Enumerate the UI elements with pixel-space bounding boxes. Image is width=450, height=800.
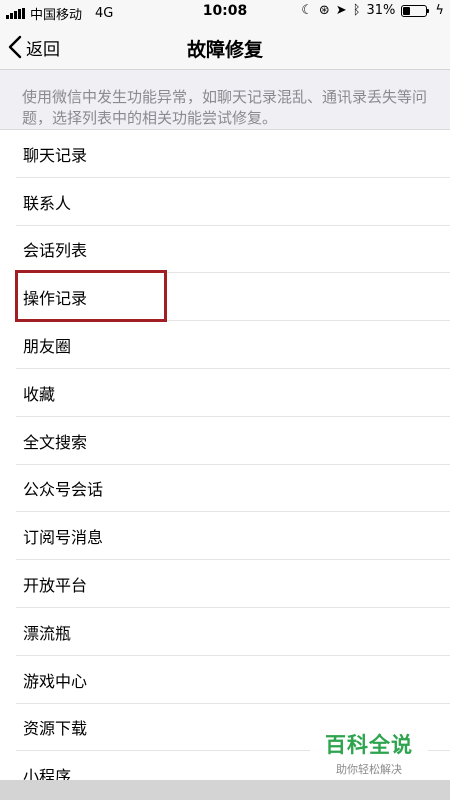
- moon-icon: ☾: [301, 3, 313, 18]
- status-right: ☾ ⊛ ➤ ᛒ 31% ϟ: [301, 3, 444, 18]
- charging-icon: ϟ: [435, 3, 444, 18]
- list-item[interactable]: 游戏中心: [0, 656, 450, 704]
- battery-percent: 31%: [366, 3, 396, 18]
- status-bar: 中国移动 4G 10:08 ☾ ⊛ ➤ ᛒ 31% ϟ: [0, 0, 450, 24]
- bottom-bar: [0, 780, 450, 800]
- list-item-label: 会话列表: [23, 241, 88, 261]
- location-icon: ➤: [335, 3, 347, 18]
- description-text: 使用微信中发生功能异常，如聊天记录混乱、通讯录丢失等问题，选择列表中的相关功能尝…: [0, 71, 450, 130]
- nav-bar: 返回 故障修复: [0, 24, 450, 70]
- list-item[interactable]: 公众号会话: [0, 465, 450, 513]
- battery-fill: [403, 6, 411, 15]
- list-item-label: 朋友圈: [23, 337, 72, 357]
- list-item-label: 联系人: [23, 193, 72, 213]
- list-item[interactable]: 开放平台: [0, 560, 450, 608]
- rotation-lock-icon: ⊛: [318, 3, 330, 18]
- watermark-tagline: 助你轻松解决: [336, 763, 402, 776]
- watermark-brand: 百科全说: [325, 733, 413, 757]
- watermark-logo: 百科全说 助你轻松解决: [310, 722, 428, 778]
- list-item[interactable]: 会话列表: [0, 226, 450, 274]
- list-item[interactable]: 收藏: [0, 369, 450, 417]
- bluetooth-icon: ᛒ: [352, 3, 361, 18]
- list-item-label: 全文搜索: [23, 432, 88, 452]
- list-item-label: 游戏中心: [23, 671, 88, 691]
- list-item-label: 开放平台: [23, 576, 88, 596]
- repair-options-list: 聊天记录联系人会话列表操作记录朋友圈收藏全文搜索公众号会话订阅号消息开放平台漂流…: [0, 130, 450, 780]
- list-item-label: 资源下载: [23, 719, 88, 739]
- list-item-label: 聊天记录: [23, 145, 88, 165]
- list-item[interactable]: 联系人: [0, 178, 450, 226]
- list-item-label: 订阅号消息: [23, 528, 104, 548]
- list-item-label: 操作记录: [23, 289, 88, 309]
- list-item[interactable]: 朋友圈: [0, 321, 450, 369]
- list-item[interactable]: 聊天记录: [0, 130, 450, 178]
- list-item-label: 漂流瓶: [23, 623, 72, 643]
- list-item[interactable]: 订阅号消息: [0, 512, 450, 560]
- list-item-label: 收藏: [23, 384, 56, 404]
- page-title: 故障修复: [186, 39, 263, 61]
- list-item-label: 小程序: [23, 767, 72, 780]
- list-item[interactable]: 全文搜索: [0, 417, 450, 465]
- list-item[interactable]: 操作记录: [0, 273, 450, 321]
- list-item-label: 公众号会话: [23, 480, 104, 500]
- battery-icon: [401, 4, 430, 17]
- list-item[interactable]: 漂流瓶: [0, 608, 450, 656]
